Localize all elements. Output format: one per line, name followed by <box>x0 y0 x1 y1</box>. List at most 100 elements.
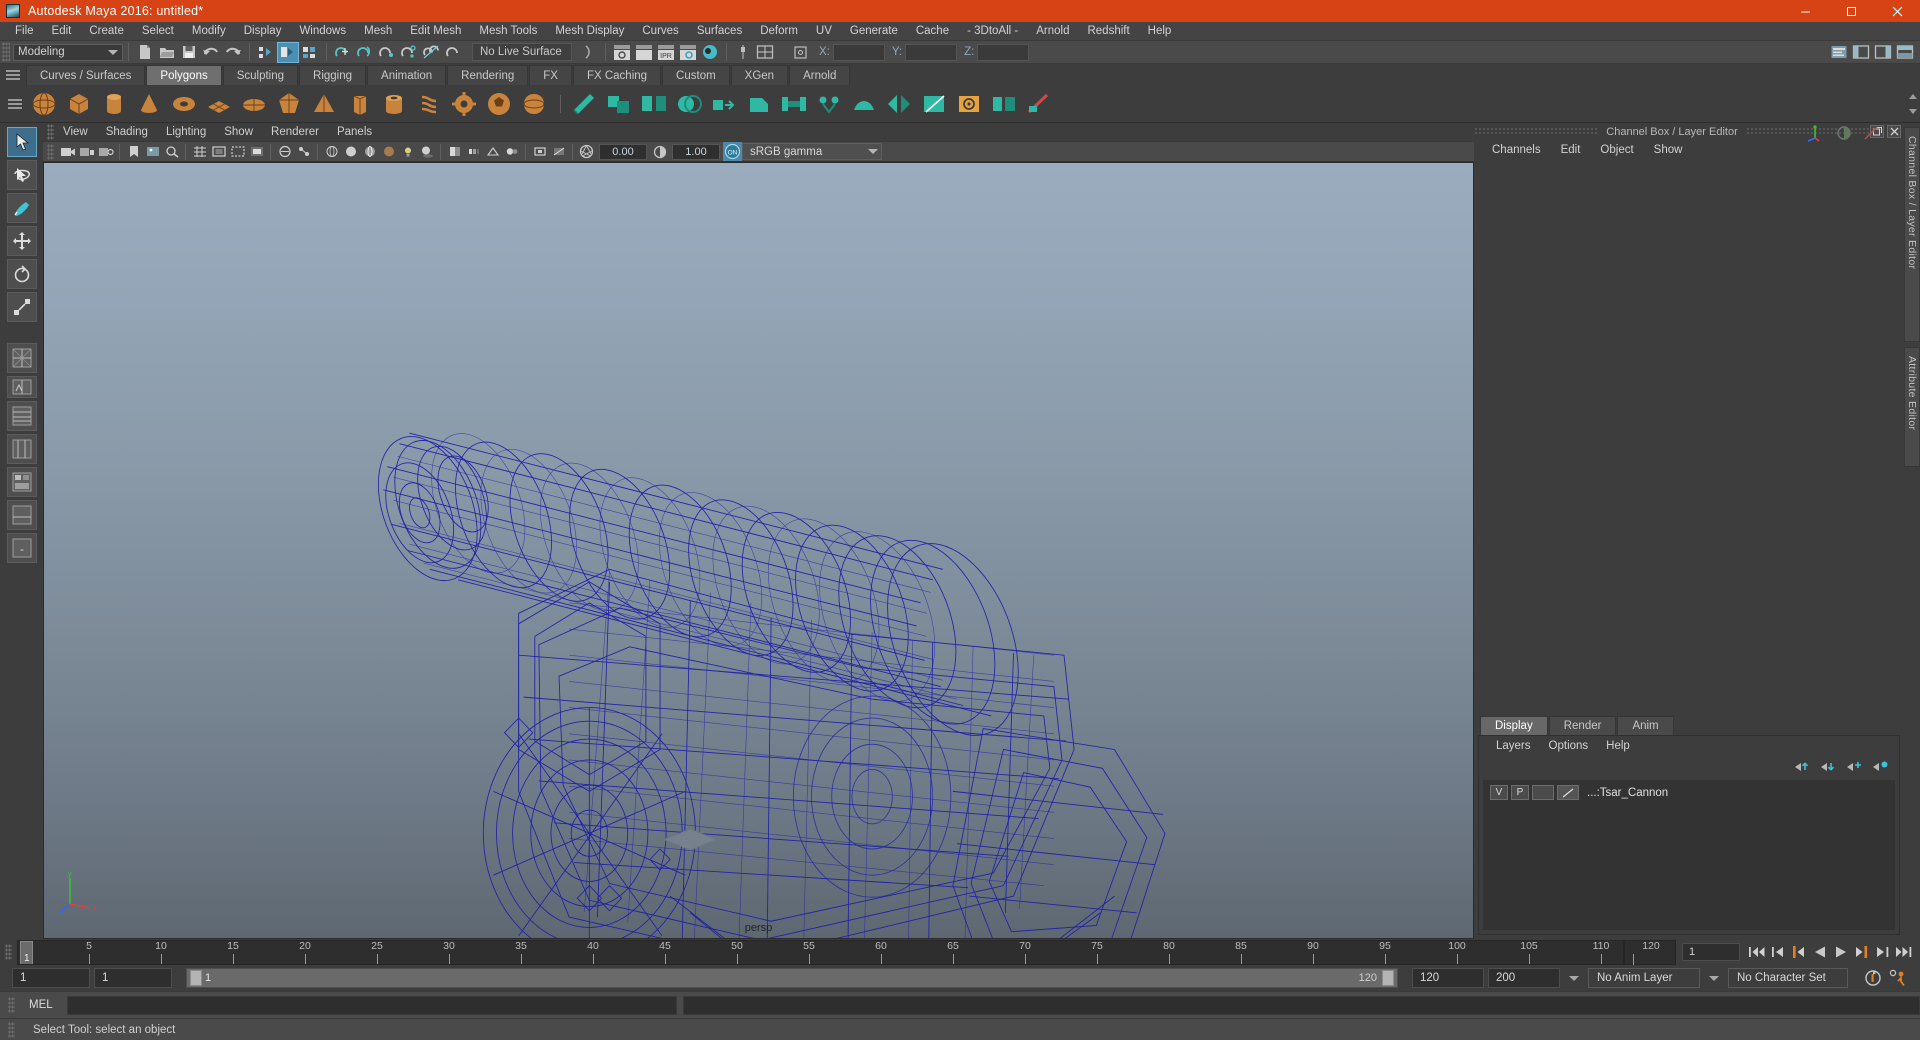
shelf-scroll-arrows[interactable] <box>1906 86 1920 122</box>
smooth-shade-icon[interactable] <box>341 142 360 161</box>
poly-sphere-icon[interactable] <box>28 88 60 120</box>
snap-to-grid-icon[interactable] <box>332 42 354 63</box>
command-language-label[interactable]: MEL <box>21 999 61 1011</box>
new-layer-from-selected-icon[interactable] <box>1872 760 1889 773</box>
scroll-down-icon[interactable] <box>1909 108 1917 114</box>
character-set-chevron-icon[interactable] <box>1709 975 1719 981</box>
snap-to-view-plane-icon[interactable] <box>442 42 464 63</box>
wireframe-icon[interactable] <box>322 142 341 161</box>
rotate-pivot-icon[interactable] <box>1862 125 1880 141</box>
layer-name[interactable]: ...:Tsar_Cannon <box>1587 787 1668 799</box>
move-layer-up-icon[interactable] <box>1794 760 1811 773</box>
panel-grip-left[interactable] <box>1474 127 1599 136</box>
move-layer-down-icon[interactable] <box>1820 760 1837 773</box>
layer-row[interactable]: V P ...:Tsar_Cannon <box>1483 783 1895 802</box>
menu-generate[interactable]: Generate <box>841 22 907 41</box>
shelf-tab-fx-caching[interactable]: FX Caching <box>572 65 662 85</box>
layer-visibility-toggle[interactable]: V <box>1490 785 1508 800</box>
poly-cylinder-icon[interactable] <box>98 88 130 120</box>
paint-select-tool[interactable] <box>6 193 37 223</box>
command-line-output[interactable] <box>682 995 1920 1015</box>
rotate-tool[interactable] <box>6 259 37 289</box>
poly-pipe-icon[interactable] <box>378 88 410 120</box>
undo-icon[interactable] <box>200 42 222 63</box>
menu-file[interactable]: File <box>6 22 43 41</box>
menu-edit[interactable]: Edit <box>43 22 81 41</box>
scale-tool[interactable] <box>6 292 37 322</box>
channel-menu-channels[interactable]: Channels <box>1482 144 1551 156</box>
xray-joints-icon[interactable] <box>294 142 313 161</box>
target-weld-icon[interactable] <box>953 88 985 120</box>
make-live-icon[interactable] <box>420 42 442 63</box>
time-slider-grip[interactable] <box>5 944 12 960</box>
manipulator-axis-icon[interactable] <box>1806 124 1826 142</box>
layout-four-view[interactable] <box>6 376 37 398</box>
tab-anim[interactable]: Anim <box>1617 716 1674 735</box>
bridge-icon[interactable] <box>778 88 810 120</box>
layout-outliner-persp[interactable] <box>6 401 37 431</box>
menu-set-selector[interactable]: Modeling <box>13 43 123 61</box>
menu-edit-mesh[interactable]: Edit Mesh <box>401 22 470 41</box>
layer-list[interactable]: V P ...:Tsar_Cannon <box>1483 780 1895 930</box>
hypershade-icon[interactable] <box>699 42 721 63</box>
bevel-icon[interactable] <box>743 88 775 120</box>
poly-prism-icon[interactable] <box>343 88 375 120</box>
layer-menu-layers[interactable]: Layers <box>1487 740 1540 752</box>
view-transform-selector[interactable]: sRGB gamma <box>742 143 882 160</box>
vtab-attribute-editor[interactable]: Attribute Editor <box>1904 347 1920 467</box>
menu-display[interactable]: Display <box>235 22 291 41</box>
go-to-start-icon[interactable] <box>1746 942 1767 962</box>
half-circle-icon[interactable] <box>1836 125 1852 141</box>
shade-wireframe-icon[interactable] <box>360 142 379 161</box>
poly-helix-icon[interactable] <box>413 88 445 120</box>
range-slider[interactable]: 1 120 <box>186 968 1398 988</box>
step-forward-key-icon[interactable] <box>1851 942 1872 962</box>
vtab-channel-box-layer-editor[interactable]: Channel Box / Layer Editor <box>1904 127 1920 342</box>
camera-attributes-icon[interactable] <box>96 142 115 161</box>
channel-menu-object[interactable]: Object <box>1590 144 1643 156</box>
script-editor-icon[interactable] <box>1828 42 1850 63</box>
redo-icon[interactable] <box>222 42 244 63</box>
viewport-menu-panels[interactable]: Panels <box>328 123 381 141</box>
current-time-indicator[interactable]: 1 <box>20 940 33 964</box>
menu-select[interactable]: Select <box>133 22 183 41</box>
menu-3dtoall[interactable]: - 3DtoAll - <box>958 22 1027 41</box>
depth-of-field-icon[interactable] <box>502 142 521 161</box>
screen-space-ao-icon[interactable] <box>445 142 464 161</box>
new-layer-icon[interactable] <box>1846 760 1863 773</box>
shelf-tab-curves-surfaces[interactable]: Curves / Surfaces <box>26 65 146 85</box>
minimize-button[interactable] <box>1782 0 1828 22</box>
poly-disc-icon[interactable] <box>238 88 270 120</box>
multisample-icon[interactable] <box>483 142 502 161</box>
render-region-icon[interactable] <box>633 42 655 63</box>
go-to-end-icon[interactable] <box>1893 942 1914 962</box>
booleans-icon[interactable] <box>673 88 705 120</box>
menu-curves[interactable]: Curves <box>633 22 687 41</box>
viewport-menu-show[interactable]: Show <box>215 123 262 141</box>
sculpt-icon[interactable] <box>568 88 600 120</box>
step-forward-frame-icon[interactable] <box>1872 942 1893 962</box>
viewport-menu-renderer[interactable]: Renderer <box>262 123 328 141</box>
shelf-tab-sculpting[interactable]: Sculpting <box>222 65 299 85</box>
menu-mesh-tools[interactable]: Mesh Tools <box>470 22 546 41</box>
animation-preferences-icon[interactable] <box>1887 968 1908 988</box>
snap-to-point-icon[interactable] <box>376 42 398 63</box>
coord-z-input[interactable] <box>977 43 1030 61</box>
time-slider[interactable]: 1 5 10 15 20 25 30 35 40 45 50 55 60 65 … <box>17 939 1624 965</box>
gate-mask-icon[interactable] <box>247 142 266 161</box>
playback-end-input[interactable]: 120 <box>1412 968 1484 988</box>
poly-soccer-ball-icon[interactable] <box>483 88 515 120</box>
anim-layer-chevron-icon[interactable] <box>1569 975 1579 981</box>
play-backwards-icon[interactable] <box>1809 942 1830 962</box>
open-scene-icon[interactable] <box>156 42 178 63</box>
shelf-tab-arnold[interactable]: Arnold <box>789 65 851 85</box>
range-start-handle[interactable] <box>190 970 202 986</box>
menu-deform[interactable]: Deform <box>751 22 807 41</box>
lock-camera-icon[interactable] <box>77 142 96 161</box>
exposure-icon[interactable] <box>577 142 596 161</box>
animation-end-input[interactable]: 200 <box>1488 968 1560 988</box>
shadows-icon[interactable] <box>417 142 436 161</box>
two-d-pan-zoom-icon[interactable] <box>162 142 181 161</box>
crease-tool-icon[interactable] <box>1023 88 1055 120</box>
close-button[interactable] <box>1874 0 1920 22</box>
